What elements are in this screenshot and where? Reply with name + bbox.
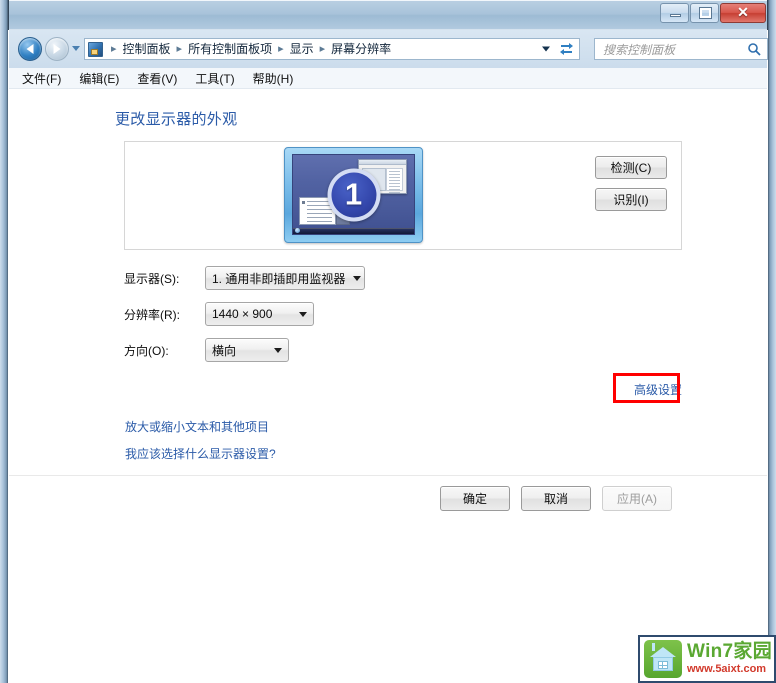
title-bar: ✕ [0, 0, 776, 30]
breadcrumb-separator: ▸ [278, 43, 284, 55]
watermark-url: www.5aixt.com [687, 663, 767, 676]
mock-titlebar [359, 160, 406, 165]
chevron-down-icon [353, 275, 362, 281]
control-panel-icon [88, 41, 103, 57]
address-bar: ▸ 控制面板 ▸ 所有控制面板项 ▸ 显示 ▸ 屏幕分辨率 搜索控制面板 [9, 30, 768, 68]
which-display-settings-link[interactable]: 我应该选择什么显示器设置? [125, 445, 276, 462]
breadcrumb-item-0[interactable]: 控制面板 [122, 39, 172, 59]
monitor-preview-1[interactable]: 1 [284, 147, 423, 243]
site-watermark: Win7家园 www.5aixt.com [638, 635, 776, 683]
monitor-number-badge: 1 [327, 168, 380, 221]
maximize-icon [699, 7, 712, 19]
house-logo-icon [644, 640, 682, 678]
cancel-button[interactable]: 取消 [521, 486, 591, 511]
menu-item-file[interactable]: 文件(F) [22, 70, 61, 87]
breadcrumb-separator: ▸ [111, 43, 117, 55]
chevron-down-icon [274, 347, 282, 353]
minimize-button[interactable] [660, 3, 689, 23]
watermark-title: Win7家园 [687, 641, 773, 663]
orientation-select-value: 横向 [212, 343, 237, 358]
display-select[interactable]: 1. 通用非即插即用监视器 [205, 266, 365, 290]
menu-item-view[interactable]: 查看(V) [137, 70, 177, 87]
display-label: 显示器(S): [124, 271, 180, 286]
control-panel-window: ✕ ▸ 控制面板 ▸ 所有控制面板项 ▸ 显示 ▸ 屏幕分辨率 搜索控制面板 文… [0, 0, 776, 683]
chevron-down-icon[interactable] [542, 46, 550, 52]
monitor-number-label: 1 [344, 176, 363, 211]
resolution-select[interactable]: 1440 × 900 [205, 302, 314, 326]
apply-button: 应用(A) [602, 486, 672, 511]
roof-shape [650, 647, 676, 657]
breadcrumb-separator: ▸ [176, 43, 183, 55]
preview-side-buttons: 检测(C) 识别(I) [595, 156, 667, 211]
window-controls: ✕ [660, 3, 766, 23]
monitor-screen: 1 [292, 154, 415, 235]
desktop-taskbar-mock [293, 228, 414, 234]
search-icon [748, 43, 761, 56]
orientation-label: 方向(O): [124, 343, 169, 358]
monitor-preview-panel: 1 检测(C) 识别(I) [124, 141, 682, 250]
detect-button[interactable]: 检测(C) [595, 156, 667, 179]
display-field-row: 显示器(S): 1. 通用非即插即用监视器 [124, 266, 365, 290]
search-placeholder: 搜索控制面板 [603, 42, 676, 57]
breadcrumb-item-1[interactable]: 所有控制面板项 [187, 39, 273, 59]
forward-arrow-icon [53, 44, 61, 54]
close-button[interactable]: ✕ [720, 3, 766, 23]
resolution-label: 分辨率(R): [124, 307, 180, 322]
back-arrow-icon [26, 44, 34, 54]
orientation-field-row: 方向(O): 横向 [124, 338, 289, 362]
start-orb-icon [295, 228, 300, 233]
minimize-icon [670, 14, 681, 17]
orientation-select[interactable]: 横向 [205, 338, 289, 362]
make-text-larger-link[interactable]: 放大或缩小文本和其他项目 [125, 418, 269, 435]
back-button[interactable] [18, 37, 42, 61]
resolution-select-value: 1440 × 900 [212, 307, 273, 321]
ok-button[interactable]: 确定 [440, 486, 510, 511]
menu-item-tools[interactable]: 工具(T) [195, 70, 234, 87]
footer-divider [9, 475, 767, 476]
page-title: 更改显示器的外观 [115, 111, 238, 128]
display-select-value: 1. 通用非即插即用监视器 [212, 271, 346, 286]
chevron-down-icon [299, 311, 307, 317]
refresh-icon [560, 43, 573, 55]
refresh-button[interactable] [554, 38, 580, 60]
search-input[interactable]: 搜索控制面板 [594, 38, 768, 60]
breadcrumb-separator: ▸ [319, 43, 326, 55]
house-window-shape [658, 661, 668, 669]
menu-bar: 文件(F) 编辑(E) 查看(V) 工具(T) 帮助(H) [9, 68, 767, 89]
mock-pane-right [386, 168, 403, 193]
resolution-field-row: 分辨率(R): 1440 × 900 [124, 302, 314, 326]
content-area: 更改显示器的外观 1 检测(C) 识别(I) 显示器(S): 1. 通用非即插即… [9, 89, 767, 475]
breadcrumb-item-3[interactable]: 屏幕分辨率 [330, 39, 392, 59]
menu-item-help[interactable]: 帮助(H) [253, 70, 294, 87]
advanced-settings-link[interactable]: 高级设置 [634, 381, 682, 398]
breadcrumb-item-2[interactable]: 显示 [289, 39, 315, 59]
forward-button[interactable] [45, 37, 69, 61]
dialog-button-bar: 确定 取消 应用(A) [9, 486, 767, 512]
window-frame-right [767, 0, 776, 683]
menu-item-edit[interactable]: 编辑(E) [79, 70, 119, 87]
history-dropdown-icon[interactable] [72, 46, 80, 51]
identify-button[interactable]: 识别(I) [595, 188, 667, 211]
maximize-button[interactable] [690, 3, 719, 23]
monitor-bezel: 1 [284, 147, 423, 243]
close-icon: ✕ [737, 5, 749, 21]
breadcrumb[interactable]: ▸ 控制面板 ▸ 所有控制面板项 ▸ 显示 ▸ 屏幕分辨率 [84, 38, 554, 60]
watermark-text: Win7家园 www.5aixt.com [687, 642, 772, 675]
